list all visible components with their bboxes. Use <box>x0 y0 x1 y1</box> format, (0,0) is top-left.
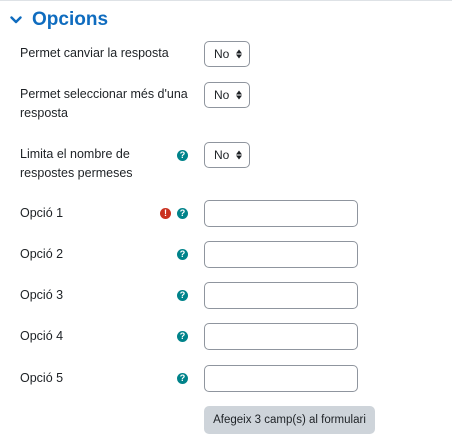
field-icons: ? <box>177 373 188 384</box>
limit-answers-select-value: No <box>214 148 230 162</box>
field-icons: ! ? <box>160 208 188 219</box>
select-arrows-icon <box>236 150 242 160</box>
select-arrows-icon <box>236 49 242 59</box>
add-fields-button[interactable]: Afegeix 3 camp(s) al formulari <box>204 406 375 434</box>
field-label-limit-answers: Limita el nombre de respostes permeses <box>20 147 133 180</box>
help-icon[interactable]: ? <box>177 150 188 161</box>
select-arrows-icon <box>236 90 242 100</box>
option-label: Opció 1 <box>20 206 64 220</box>
allow-update-select[interactable]: No <box>204 41 250 67</box>
top-divider <box>0 0 452 1</box>
chevron-down-icon[interactable] <box>8 12 24 28</box>
option-label: Opció 5 <box>20 371 64 385</box>
option-label: Opció 3 <box>20 288 64 302</box>
option-label: Opció 4 <box>20 329 64 343</box>
help-icon[interactable]: ? <box>177 290 188 301</box>
option-3-input[interactable] <box>204 282 358 309</box>
help-icon[interactable]: ? <box>177 208 188 219</box>
option-5-input[interactable] <box>204 365 358 392</box>
help-icon[interactable]: ? <box>177 331 188 342</box>
option-2-input[interactable] <box>204 241 358 268</box>
option-1-input[interactable] <box>204 200 358 227</box>
section-header-opcions[interactable]: Opcions <box>8 9 108 31</box>
required-icon: ! <box>160 208 171 219</box>
option-label: Opció 2 <box>20 247 64 261</box>
field-icons: ? <box>177 290 188 301</box>
field-icons: ? <box>177 331 188 342</box>
allow-update-select-value: No <box>214 47 230 61</box>
field-label-allow-multiple: Permet seleccionar més d'una resposta <box>20 87 188 120</box>
field-label-allow-update: Permet canviar la resposta <box>20 46 169 60</box>
option-4-input[interactable] <box>204 323 358 350</box>
allow-multiple-select[interactable]: No <box>204 82 250 108</box>
section-title: Opcions <box>32 9 109 30</box>
field-icons: ? <box>177 150 188 161</box>
help-icon[interactable]: ? <box>177 373 188 384</box>
limit-answers-select[interactable]: No <box>204 142 250 168</box>
allow-multiple-select-value: No <box>214 88 230 102</box>
help-icon[interactable]: ? <box>177 249 188 260</box>
field-icons: ? <box>177 249 188 260</box>
